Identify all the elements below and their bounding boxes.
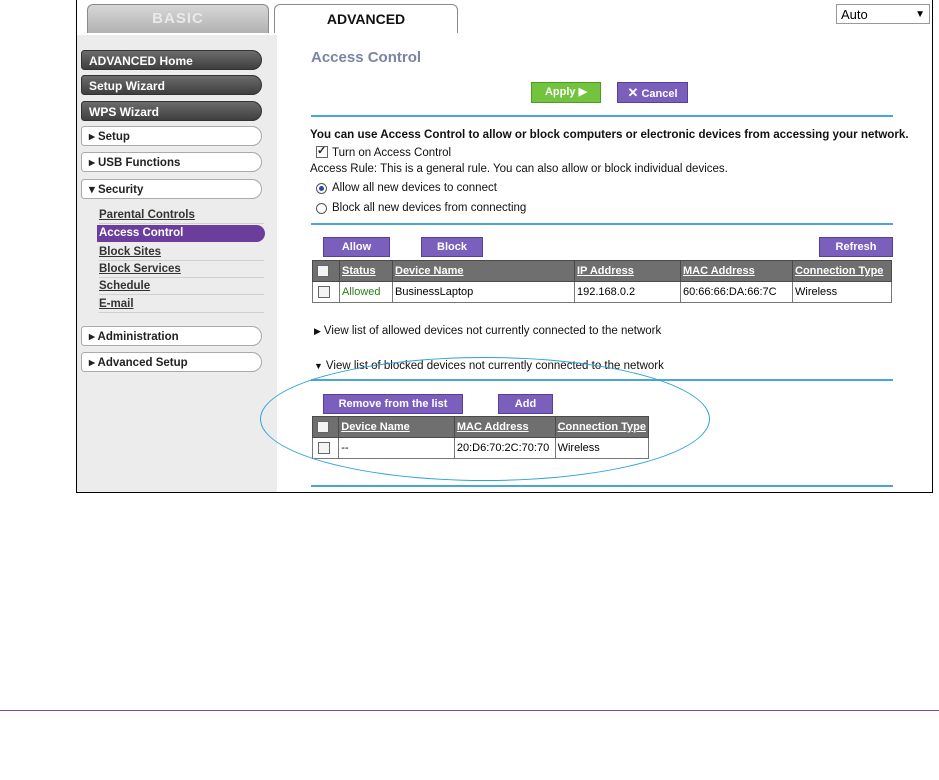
block-all-label: Block all new devices from connecting [332, 202, 527, 214]
blocked-list-link: View list of blocked devices not current… [325, 360, 664, 372]
ip-address-header[interactable]: IP Address [574, 260, 681, 282]
blocked-list-toggle[interactable]: ▼ View list of blocked devices not curren… [314, 360, 664, 372]
sidebar-sub-parental-controls[interactable]: Parental Controls [99, 207, 264, 224]
remove-from-list-button[interactable]: Remove from the list [323, 394, 463, 414]
triangle-right-icon: ▶ [314, 326, 321, 336]
sidebar-sub-schedule[interactable]: Schedule [99, 278, 264, 295]
turn-on-access-control-label: Turn on Access Control [332, 147, 452, 159]
allowed-list-toggle[interactable]: ▶ View list of allowed devices not curren… [314, 325, 661, 337]
close-icon: ✕ [627, 85, 639, 100]
page-title: Access Control [311, 49, 422, 66]
connection-type-cell: Wireless [792, 281, 892, 303]
tab-basic[interactable]: BASIC [87, 4, 269, 33]
sidebar-item-setup[interactable]: ▸ Setup [81, 126, 262, 146]
connection-type-header[interactable]: Connection Type [554, 416, 650, 438]
blocked-devices-table: Device Name MAC Address Connection Type … [311, 416, 650, 459]
router-admin-screenshot: BASIC ADVANCED Auto ▼ ADVANCED Home Setu… [76, 0, 933, 493]
mac-address-cell: 20:D6:70:2C:70:70 [453, 437, 556, 459]
status-cell: Allowed [339, 281, 393, 303]
divider [311, 379, 893, 381]
sidebar: ADVANCED Home Setup Wizard WPS Wizard ▸ … [77, 35, 277, 492]
table-row: Allowed BusinessLaptop 192.168.0.2 60:66… [312, 281, 892, 303]
sidebar-sub-access-control[interactable]: Access Control [97, 225, 265, 242]
mac-address-cell: 60:66:66:DA:66:7C [680, 281, 793, 303]
sidebar-sub-email[interactable]: E-mail [99, 296, 264, 313]
sidebar-sub-block-services[interactable]: Block Services [99, 261, 264, 278]
device-name-cell: BusinessLaptop [392, 281, 575, 303]
sidebar-item-usb-functions[interactable]: ▸ USB Functions [81, 152, 262, 172]
allow-all-radio[interactable] [316, 183, 327, 194]
cancel-label: Cancel [641, 88, 678, 100]
device-name-cell: -- [338, 437, 455, 459]
table-header-row: Device Name MAC Address Connection Type [311, 416, 650, 438]
allowed-list-link: View list of allowed devices not current… [323, 325, 662, 337]
allow-button[interactable]: Allow [323, 237, 390, 257]
sidebar-item-wps-wizard[interactable]: WPS Wizard [81, 101, 262, 121]
divider [311, 485, 893, 487]
divider [311, 115, 893, 117]
sidebar-item-administration[interactable]: ▸ Administration [81, 326, 262, 346]
page-footer-rule [0, 710, 939, 711]
chevron-down-icon: ▼ [915, 9, 925, 20]
sidebar-item-advanced-home[interactable]: ADVANCED Home [81, 50, 262, 70]
refresh-button[interactable]: Refresh [819, 237, 893, 257]
ip-address-cell: 192.168.0.2 [574, 281, 681, 303]
access-rule-text: Access Rule: This is a general rule. You… [310, 163, 728, 175]
allow-all-label: Allow all new devices to connect [332, 182, 497, 194]
device-name-header[interactable]: Device Name [392, 260, 575, 282]
row-checkbox-cell[interactable] [311, 437, 340, 459]
divider [311, 223, 893, 225]
language-select[interactable]: Auto ▼ [836, 4, 930, 24]
turn-on-access-control-checkbox[interactable] [316, 144, 328, 158]
triangle-down-icon: ▼ [314, 361, 323, 371]
block-all-radio[interactable] [316, 203, 327, 214]
select-all-header[interactable] [311, 416, 340, 438]
table-row: -- 20:D6:70:2C:70:70 Wireless [311, 437, 650, 459]
device-name-header[interactable]: Device Name [338, 416, 455, 438]
main-panel: Access Control Apply ▶ ✕ Cancel You can … [290, 45, 909, 492]
mac-address-header[interactable]: MAC Address [680, 260, 793, 282]
attached-devices-table: Status Device Name IP Address MAC Addres… [312, 260, 892, 303]
add-button[interactable]: Add [498, 394, 553, 414]
top-bar: BASIC ADVANCED Auto ▼ [77, 0, 932, 35]
connection-type-cell: Wireless [554, 437, 650, 459]
status-header[interactable]: Status [339, 260, 393, 282]
language-select-value: Auto [841, 7, 868, 22]
block-button[interactable]: Block [421, 237, 483, 257]
apply-button[interactable]: Apply ▶ [531, 82, 601, 103]
table-header-row: Status Device Name IP Address MAC Addres… [312, 260, 892, 282]
sidebar-item-advanced-setup[interactable]: ▸ Advanced Setup [81, 352, 262, 372]
sidebar-sub-block-sites[interactable]: Block Sites [99, 244, 264, 261]
sidebar-item-setup-wizard[interactable]: Setup Wizard [81, 75, 262, 95]
tab-advanced[interactable]: ADVANCED [274, 4, 458, 33]
sidebar-item-security[interactable]: ▾ Security [81, 179, 262, 199]
select-all-header[interactable] [312, 260, 340, 282]
cancel-button[interactable]: ✕ Cancel [617, 82, 688, 103]
intro-text: You can use Access Control to allow or b… [310, 128, 909, 141]
connection-type-header[interactable]: Connection Type [792, 260, 892, 282]
mac-address-header[interactable]: MAC Address [453, 416, 556, 438]
row-checkbox-cell[interactable] [312, 281, 340, 303]
